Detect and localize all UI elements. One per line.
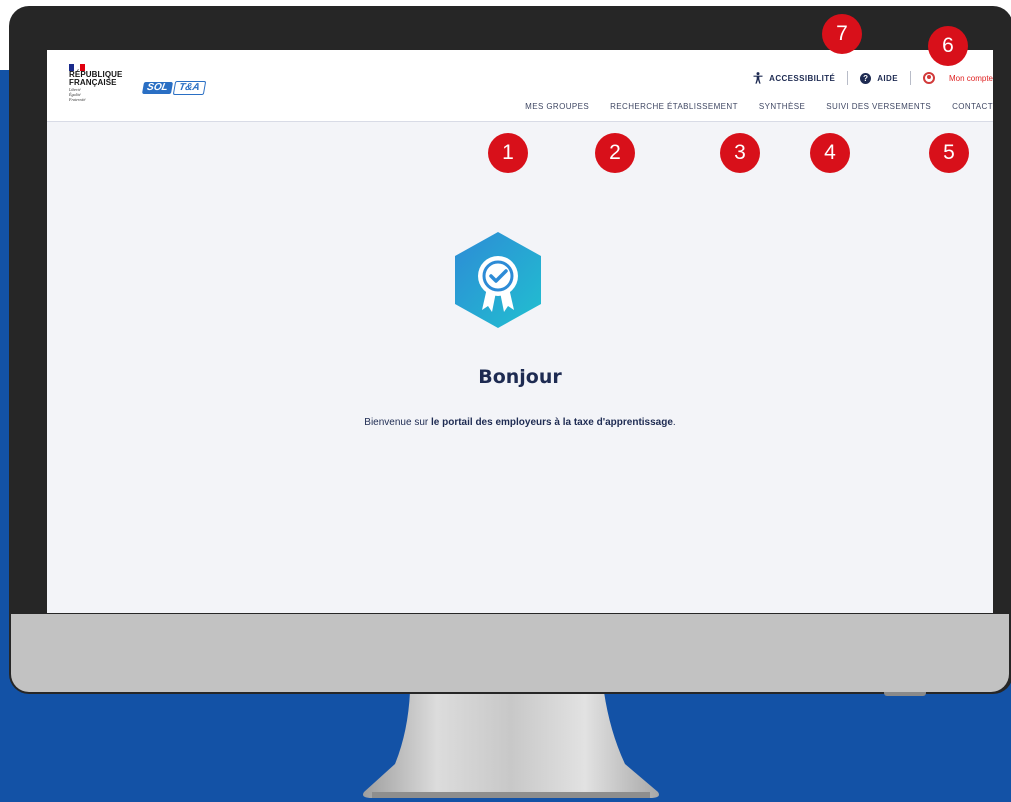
sol-logo-text: SOL [141,82,173,94]
accessibility-label: ACCESSIBILITÉ [769,73,836,83]
monitor-chin [11,614,1009,692]
top-links: ACCESSIBILITÉ ? AIDE Mon compte [753,69,993,87]
user-circle-icon[interactable] [922,72,935,84]
accessibility-link[interactable]: ACCESSIBILITÉ [753,72,835,84]
welcome-suffix: . [672,417,676,428]
marker-6: 6 [928,26,968,66]
question-circle-icon: ? [860,72,872,84]
logo-line-2: FRANÇAISE [69,78,117,87]
account-link[interactable]: Mon compte [949,74,993,83]
ta-logo-text: T&A [172,81,206,95]
screen: RÉPUBLIQUE FRANÇAISE Liberté Égalité Fra… [47,50,993,613]
nav-recherche-etablissement[interactable]: RECHERCHE ÉTABLISSEMENT [610,102,738,116]
divider [847,71,849,85]
marker-5: 5 [929,133,969,173]
marker-2: 2 [595,133,635,173]
site-header: RÉPUBLIQUE FRANÇAISE Liberté Égalité Fra… [47,50,993,122]
marker-4: 4 [810,133,850,173]
monitor-notch [884,692,926,696]
motto-3: Fraternité [69,97,86,102]
help-label: AIDE [877,73,898,83]
marker-3: 3 [720,133,760,173]
divider [909,71,911,85]
republique-francaise-logo[interactable]: RÉPUBLIQUE FRANÇAISE Liberté Égalité Fra… [69,64,129,120]
nav-contact[interactable]: CONTACT [952,102,993,116]
nav-mes-groupes[interactable]: MES GROUPES [525,102,589,116]
welcome-bold: le portail des employeurs à la taxe d'ap… [431,417,673,428]
main-nav: MES GROUPES RECHERCHE ÉTABLISSEMENT SYNT… [525,102,993,116]
welcome-prefix: Bienvenue sur [364,417,431,428]
nav-synthese[interactable]: SYNTHÈSE [759,102,805,116]
marker-7: 7 [822,14,862,54]
welcome-text: Bienvenue sur le portail des employeurs … [47,417,993,428]
greeting-heading: Bonjour [478,366,562,388]
nav-suivi-des-versements[interactable]: SUIVI DES VERSEMENTS [826,102,931,116]
sol-ta-logo[interactable]: SOL T&A [141,81,206,95]
monitor-stand [363,692,659,798]
help-link[interactable]: ? AIDE [860,72,898,84]
accessibility-person-icon [753,72,763,84]
award-ribbon-icon [455,232,541,328]
marker-1: 1 [488,133,528,173]
